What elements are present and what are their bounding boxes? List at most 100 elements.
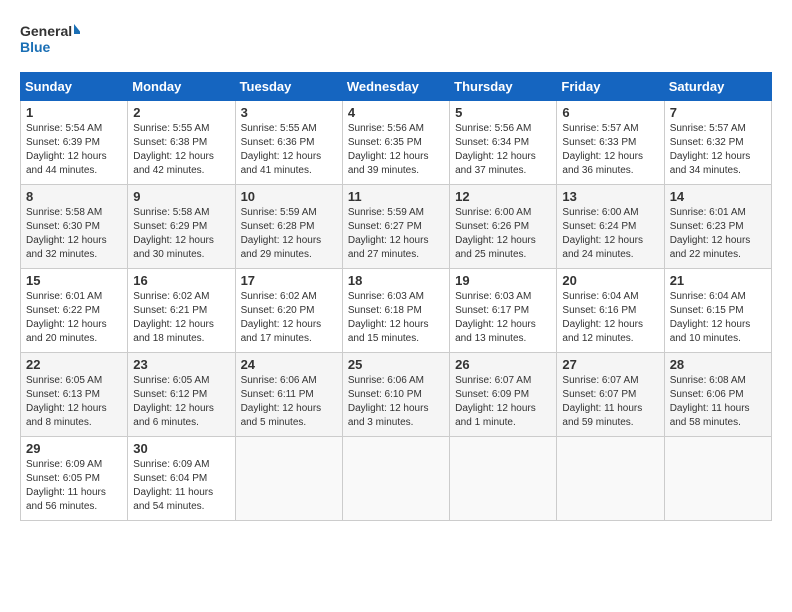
calendar-cell: 27 Sunrise: 6:07 AM Sunset: 6:07 PM Dayli… — [557, 353, 664, 437]
calendar-table: SundayMondayTuesdayWednesdayThursdayFrid… — [20, 72, 772, 521]
day-info: Sunrise: 6:04 AM Sunset: 6:16 PM Dayligh… — [562, 290, 658, 346]
day-number: 12 — [455, 189, 551, 204]
calendar-cell: 5 Sunrise: 5:56 AM Sunset: 6:34 PM Daylig… — [450, 101, 557, 185]
calendar-cell: 30 Sunrise: 6:09 AM Sunset: 6:04 PM Dayli… — [128, 437, 235, 521]
weekday-header-saturday: Saturday — [664, 73, 771, 101]
calendar-cell — [342, 437, 449, 521]
calendar-cell — [557, 437, 664, 521]
day-info: Sunrise: 6:03 AM Sunset: 6:17 PM Dayligh… — [455, 290, 551, 346]
day-info: Sunrise: 6:05 AM Sunset: 6:12 PM Dayligh… — [133, 374, 229, 430]
day-number: 15 — [26, 273, 122, 288]
calendar-cell: 25 Sunrise: 6:06 AM Sunset: 6:10 PM Dayli… — [342, 353, 449, 437]
svg-text:Blue: Blue — [20, 39, 51, 55]
day-info: Sunrise: 6:01 AM Sunset: 6:23 PM Dayligh… — [670, 206, 766, 262]
day-number: 28 — [670, 357, 766, 372]
calendar-cell: 18 Sunrise: 6:03 AM Sunset: 6:18 PM Dayli… — [342, 269, 449, 353]
day-number: 3 — [241, 105, 337, 120]
calendar-cell: 24Sunrise: 6:06 AM Sunset: 6:11 PM Dayli… — [235, 353, 342, 437]
day-info: Sunrise: 5:57 AM Sunset: 6:33 PM Dayligh… — [562, 122, 658, 178]
day-info: Sunrise: 6:05 AM Sunset: 6:13 PM Dayligh… — [26, 374, 122, 430]
calendar-cell — [235, 437, 342, 521]
svg-text:General: General — [20, 23, 72, 39]
day-number: 10 — [241, 189, 337, 204]
day-info: Sunrise: 6:08 AM Sunset: 6:06 PM Dayligh… — [670, 374, 766, 430]
calendar-cell: 29Sunrise: 6:09 AM Sunset: 6:05 PM Dayli… — [21, 437, 128, 521]
calendar-cell: 2 Sunrise: 5:55 AM Sunset: 6:38 PM Daylig… — [128, 101, 235, 185]
calendar-cell: 11 Sunrise: 5:59 AM Sunset: 6:27 PM Dayli… — [342, 185, 449, 269]
logo: General Blue — [20, 20, 80, 62]
calendar-cell — [664, 437, 771, 521]
day-info: Sunrise: 6:04 AM Sunset: 6:15 PM Dayligh… — [670, 290, 766, 346]
day-number: 2 — [133, 105, 229, 120]
day-info: Sunrise: 6:02 AM Sunset: 6:20 PM Dayligh… — [241, 290, 337, 346]
calendar-cell: 6 Sunrise: 5:57 AM Sunset: 6:33 PM Daylig… — [557, 101, 664, 185]
day-info: Sunrise: 6:03 AM Sunset: 6:18 PM Dayligh… — [348, 290, 444, 346]
calendar-cell: 15 Sunrise: 6:01 AM Sunset: 6:22 PM Dayli… — [21, 269, 128, 353]
calendar-cell: 12Sunrise: 6:00 AM Sunset: 6:26 PM Dayli… — [450, 185, 557, 269]
calendar-cell: 21 Sunrise: 6:04 AM Sunset: 6:15 PM Dayli… — [664, 269, 771, 353]
day-info: Sunrise: 5:55 AM Sunset: 6:36 PM Dayligh… — [241, 122, 337, 178]
day-info: Sunrise: 5:55 AM Sunset: 6:38 PM Dayligh… — [133, 122, 229, 178]
day-number: 9 — [133, 189, 229, 204]
calendar-cell: 9 Sunrise: 5:58 AM Sunset: 6:29 PM Daylig… — [128, 185, 235, 269]
day-number: 16 — [133, 273, 229, 288]
weekday-header-monday: Monday — [128, 73, 235, 101]
calendar-cell: 16 Sunrise: 6:02 AM Sunset: 6:21 PM Dayli… — [128, 269, 235, 353]
day-number: 21 — [670, 273, 766, 288]
day-number: 8 — [26, 189, 122, 204]
day-info: Sunrise: 6:06 AM Sunset: 6:10 PM Dayligh… — [348, 374, 444, 430]
weekday-header-wednesday: Wednesday — [342, 73, 449, 101]
calendar-cell: 23 Sunrise: 6:05 AM Sunset: 6:12 PM Dayli… — [128, 353, 235, 437]
day-number: 26 — [455, 357, 551, 372]
day-number: 5 — [455, 105, 551, 120]
day-info: Sunrise: 6:09 AM Sunset: 6:04 PM Dayligh… — [133, 458, 229, 514]
day-info: Sunrise: 6:01 AM Sunset: 6:22 PM Dayligh… — [26, 290, 122, 346]
page-header: General Blue — [20, 20, 772, 62]
day-number: 6 — [562, 105, 658, 120]
weekday-header-thursday: Thursday — [450, 73, 557, 101]
day-number: 14 — [670, 189, 766, 204]
calendar-cell: 13 Sunrise: 6:00 AM Sunset: 6:24 PM Dayli… — [557, 185, 664, 269]
day-info: Sunrise: 6:07 AM Sunset: 6:09 PM Dayligh… — [455, 374, 551, 430]
day-info: Sunrise: 5:58 AM Sunset: 6:29 PM Dayligh… — [133, 206, 229, 262]
day-number: 17 — [241, 273, 337, 288]
day-number: 13 — [562, 189, 658, 204]
calendar-cell: 8Sunrise: 5:58 AM Sunset: 6:30 PM Daylig… — [21, 185, 128, 269]
day-info: Sunrise: 5:56 AM Sunset: 6:34 PM Dayligh… — [455, 122, 551, 178]
calendar-cell: 22 Sunrise: 6:05 AM Sunset: 6:13 PM Dayli… — [21, 353, 128, 437]
day-number: 19 — [455, 273, 551, 288]
day-info: Sunrise: 5:57 AM Sunset: 6:32 PM Dayligh… — [670, 122, 766, 178]
calendar-cell: 10 Sunrise: 5:59 AM Sunset: 6:28 PM Dayli… — [235, 185, 342, 269]
logo-svg: General Blue — [20, 20, 80, 62]
day-info: Sunrise: 5:59 AM Sunset: 6:28 PM Dayligh… — [241, 206, 337, 262]
calendar-cell: 7 Sunrise: 5:57 AM Sunset: 6:32 PM Daylig… — [664, 101, 771, 185]
day-number: 11 — [348, 189, 444, 204]
day-number: 30 — [133, 441, 229, 456]
calendar-cell: 3 Sunrise: 5:55 AM Sunset: 6:36 PM Daylig… — [235, 101, 342, 185]
calendar-cell: 1 Sunrise: 5:54 AM Sunset: 6:39 PM Daylig… — [21, 101, 128, 185]
day-info: Sunrise: 5:54 AM Sunset: 6:39 PM Dayligh… — [26, 122, 122, 178]
calendar-cell: 26 Sunrise: 6:07 AM Sunset: 6:09 PM Dayli… — [450, 353, 557, 437]
calendar-cell: 20 Sunrise: 6:04 AM Sunset: 6:16 PM Dayli… — [557, 269, 664, 353]
day-number: 20 — [562, 273, 658, 288]
day-number: 1 — [26, 105, 122, 120]
calendar-cell: 19 Sunrise: 6:03 AM Sunset: 6:17 PM Dayli… — [450, 269, 557, 353]
day-number: 4 — [348, 105, 444, 120]
calendar-cell: 14 Sunrise: 6:01 AM Sunset: 6:23 PM Dayli… — [664, 185, 771, 269]
weekday-header-tuesday: Tuesday — [235, 73, 342, 101]
day-info: Sunrise: 6:02 AM Sunset: 6:21 PM Dayligh… — [133, 290, 229, 346]
day-number: 27 — [562, 357, 658, 372]
day-info: Sunrise: 6:00 AM Sunset: 6:24 PM Dayligh… — [562, 206, 658, 262]
weekday-header-sunday: Sunday — [21, 73, 128, 101]
day-info: Sunrise: 5:59 AM Sunset: 6:27 PM Dayligh… — [348, 206, 444, 262]
weekday-header-friday: Friday — [557, 73, 664, 101]
day-number: 24 — [241, 357, 337, 372]
day-number: 7 — [670, 105, 766, 120]
day-info: Sunrise: 6:07 AM Sunset: 6:07 PM Dayligh… — [562, 374, 658, 430]
calendar-cell: 17 Sunrise: 6:02 AM Sunset: 6:20 PM Dayli… — [235, 269, 342, 353]
day-number: 23 — [133, 357, 229, 372]
day-number: 18 — [348, 273, 444, 288]
day-number: 25 — [348, 357, 444, 372]
day-info: Sunrise: 6:09 AM Sunset: 6:05 PM Dayligh… — [26, 458, 122, 514]
day-number: 22 — [26, 357, 122, 372]
